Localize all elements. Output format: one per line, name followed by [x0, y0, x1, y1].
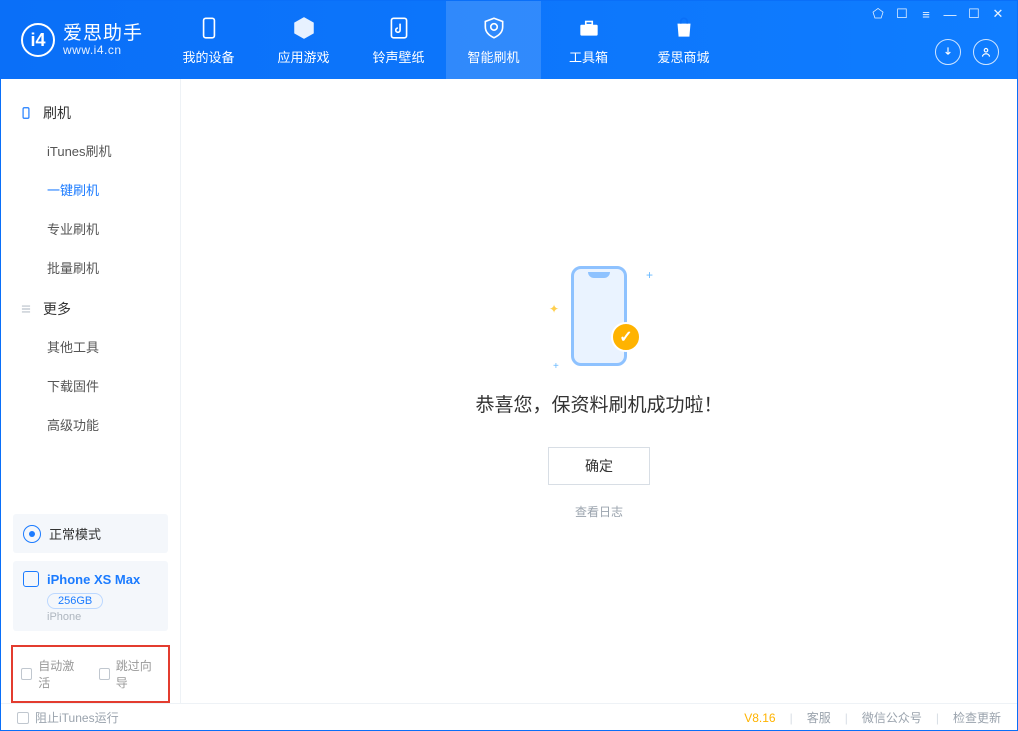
version-label: V8.16 — [744, 711, 775, 725]
device-name: iPhone XS Max — [47, 572, 140, 587]
capacity-badge: 256GB — [47, 593, 103, 609]
close-icon[interactable]: ✕ — [991, 7, 1005, 21]
checkbox-block-itunes[interactable]: 阻止iTunes运行 — [17, 709, 119, 726]
check-badge-icon: ✓ — [611, 322, 641, 352]
header-actions — [935, 39, 999, 65]
mode-label: 正常模式 — [49, 524, 101, 543]
nav-ringtone-wallpaper[interactable]: 铃声壁纸 — [351, 1, 446, 79]
nav-label: 应用游戏 — [278, 47, 330, 66]
main-nav: 我的设备 应用游戏 铃声壁纸 智能刷机 工具箱 爱思商城 — [161, 1, 731, 79]
separator: | — [790, 711, 793, 725]
sidebar-bottom: 正常模式 iPhone XS Max 256GB iPhone — [1, 504, 180, 637]
nav-my-device[interactable]: 我的设备 — [161, 1, 256, 79]
view-log-link[interactable]: 查看日志 — [575, 503, 623, 520]
sparkle-icon: ✦ — [549, 302, 559, 316]
sidebar: 刷机 iTunes刷机 一键刷机 专业刷机 批量刷机 更多 其他工具 下载固件 … — [1, 79, 181, 703]
sidebar-item-pro-flash[interactable]: 专业刷机 — [1, 209, 180, 248]
footer-link-update[interactable]: 检查更新 — [953, 709, 1001, 726]
sidebar-item-download-firmware[interactable]: 下载固件 — [1, 366, 180, 405]
device-mode-chip[interactable]: 正常模式 — [13, 514, 168, 553]
menu-icon[interactable]: ≡ — [919, 7, 933, 21]
ok-button[interactable]: 确定 — [548, 447, 650, 485]
nav-store[interactable]: 爱思商城 — [636, 1, 731, 79]
phone-icon — [23, 571, 39, 587]
cat-title: 刷机 — [43, 103, 71, 123]
checkbox-label: 跳过向导 — [116, 657, 160, 691]
sidebar-item-batch-flash[interactable]: 批量刷机 — [1, 248, 180, 287]
nav-apps-games[interactable]: 应用游戏 — [256, 1, 351, 79]
footer-link-wechat[interactable]: 微信公众号 — [862, 709, 922, 726]
separator: | — [845, 711, 848, 725]
sidebar-cat-more: 更多 — [1, 287, 180, 327]
checkbox-skip-wizard[interactable]: 跳过向导 — [99, 657, 161, 691]
sidebar-item-oneclick-flash[interactable]: 一键刷机 — [1, 170, 180, 209]
device-icon — [196, 15, 222, 41]
minimize-icon[interactable]: — — [943, 7, 957, 21]
app-body: 刷机 iTunes刷机 一键刷机 专业刷机 批量刷机 更多 其他工具 下载固件 … — [1, 79, 1017, 703]
nav-label: 工具箱 — [569, 47, 608, 66]
nav-smart-flash[interactable]: 智能刷机 — [446, 1, 541, 79]
app-title: 爱思助手 — [63, 24, 143, 43]
feedback-icon[interactable]: ☐ — [895, 7, 909, 21]
music-icon — [386, 15, 412, 41]
nav-label: 智能刷机 — [468, 47, 520, 66]
checkbox-label: 自动激活 — [38, 657, 82, 691]
checkbox-icon — [99, 668, 110, 680]
status-bar: 阻止iTunes运行 V8.16 | 客服 | 微信公众号 | 检查更新 — [1, 703, 1017, 731]
toolbox-icon — [576, 15, 602, 41]
nav-label: 爱思商城 — [658, 47, 710, 66]
user-icon[interactable] — [973, 39, 999, 65]
shield-icon — [481, 15, 507, 41]
sidebar-item-advanced[interactable]: 高级功能 — [1, 405, 180, 444]
app-site: www.i4.cn — [63, 43, 143, 57]
checkbox-icon — [21, 668, 32, 680]
device-chip[interactable]: iPhone XS Max 256GB iPhone — [13, 561, 168, 631]
flash-options-highlighted: 自动激活 跳过向导 — [11, 645, 170, 703]
mode-icon — [23, 525, 41, 543]
separator: | — [936, 711, 939, 725]
sparkle-icon: + — [553, 361, 559, 372]
footer-right: V8.16 | 客服 | 微信公众号 | 检查更新 — [744, 709, 1001, 726]
logo-text: 爱思助手 www.i4.cn — [63, 24, 143, 57]
phone-icon — [19, 106, 33, 120]
checkbox-icon — [17, 712, 29, 724]
sidebar-item-other-tools[interactable]: 其他工具 — [1, 327, 180, 366]
cube-icon — [291, 15, 317, 41]
nav-label: 铃声壁纸 — [373, 47, 425, 66]
sidebar-item-itunes-flash[interactable]: iTunes刷机 — [1, 131, 180, 170]
window-controls: ⬠ ☐ ≡ — ☐ ✕ — [871, 7, 1005, 21]
success-message: 恭喜您，保资料刷机成功啦！ — [475, 390, 722, 417]
maximize-icon[interactable]: ☐ — [967, 7, 981, 21]
checkbox-label: 阻止iTunes运行 — [35, 709, 119, 726]
success-illustration: ✦ + + ✓ — [549, 262, 649, 372]
sidebar-cat-flash: 刷机 — [1, 91, 180, 131]
skin-icon[interactable]: ⬠ — [871, 7, 885, 21]
footer-link-support[interactable]: 客服 — [807, 709, 831, 726]
phone-illustration — [571, 266, 627, 366]
nav-toolbox[interactable]: 工具箱 — [541, 1, 636, 79]
nav-label: 我的设备 — [183, 47, 235, 66]
app-logo[interactable]: i4 爱思助手 www.i4.cn — [1, 1, 161, 79]
logo-icon: i4 — [21, 23, 55, 57]
bag-icon — [671, 15, 697, 41]
checkbox-auto-activate[interactable]: 自动激活 — [21, 657, 83, 691]
device-type: iPhone — [47, 611, 158, 623]
list-icon — [19, 302, 33, 316]
sidebar-nav: 刷机 iTunes刷机 一键刷机 专业刷机 批量刷机 更多 其他工具 下载固件 … — [1, 79, 180, 504]
sparkle-icon: + — [646, 268, 653, 282]
cat-title: 更多 — [43, 299, 71, 319]
download-icon[interactable] — [935, 39, 961, 65]
main-content: ✦ + + ✓ 恭喜您，保资料刷机成功啦！ 确定 查看日志 — [181, 79, 1017, 703]
app-header: i4 爱思助手 www.i4.cn 我的设备 应用游戏 铃声壁纸 智能刷机 工具… — [1, 1, 1017, 79]
